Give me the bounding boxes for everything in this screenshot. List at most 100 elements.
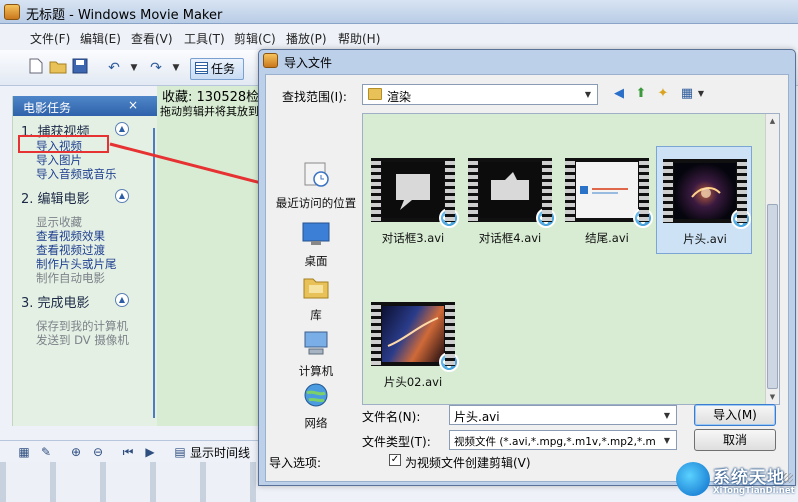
window-title: 无标题 - Windows Movie Maker — [26, 8, 223, 23]
folder-icon — [368, 88, 382, 100]
collapse-icon[interactable]: ▲ — [115, 293, 129, 307]
tasks-button[interactable]: 任务 — [190, 58, 244, 80]
task-import-audio[interactable]: 导入音频或音乐 — [36, 166, 117, 182]
filename-value: 片头.avi — [454, 410, 500, 424]
collapse-icon[interactable]: ▲ — [115, 122, 129, 136]
place-network[interactable]: 网络 — [274, 381, 358, 431]
redo-dropdown-icon[interactable]: ▼ — [166, 58, 186, 78]
video-frame — [382, 306, 444, 362]
collection-hint: 拖动剪辑并将其放到 — [160, 105, 259, 118]
task-pane-title: 电影任务 — [23, 101, 72, 115]
menu-play[interactable]: 播放(P) — [286, 30, 327, 47]
movie-maker-app-icon — [263, 53, 278, 68]
import-options-label: 导入选项: — [269, 456, 322, 470]
watermark-name: 系统天地 — [713, 468, 785, 488]
section-edit-movie[interactable]: 2. 编辑电影 — [21, 188, 90, 207]
rewind-icon[interactable]: ⏮ — [120, 444, 136, 460]
movie-maker-app-icon — [4, 4, 20, 20]
place-recent[interactable]: 最近访问的位置 — [274, 161, 358, 211]
filetype-value: 视频文件 (*.avi,*.mpg,*.m1v,*.mp2,*.m — [454, 436, 656, 448]
libraries-icon — [303, 278, 329, 299]
up-folder-icon[interactable]: ⬆ — [632, 85, 650, 103]
task-make-automovie: 制作自动电影 — [36, 271, 105, 285]
scroll-up-icon[interactable]: ▲ — [766, 114, 779, 128]
places-bar: 最近访问的位置 桌面 库 计算机 网络 — [274, 113, 358, 430]
chevron-down-icon[interactable]: ▼ — [692, 85, 710, 103]
undo-dropdown-icon[interactable]: ▼ — [124, 58, 144, 78]
video-thumbnail — [663, 159, 751, 229]
create-clips-label[interactable]: 为视频文件创建剪辑(V) — [405, 454, 531, 471]
video-file-icon — [439, 352, 459, 372]
filename-combo[interactable]: 片头.avi ▼ — [449, 405, 677, 425]
video-file-icon — [536, 208, 556, 228]
dialog-body: 查找范围(I): 渲染 ▼ ◀ ⬆ ✦ ▦ ▼ 最近访问的位置 桌面 库 计算机… — [265, 74, 789, 482]
task-pane-header: 电影任务 × — [13, 96, 158, 116]
create-clips-checkbox[interactable]: ✓ — [389, 454, 401, 466]
task-list-icon — [195, 62, 208, 74]
zoom-in-icon[interactable]: ⊕ — [68, 444, 84, 460]
storyboard-icon[interactable]: ▦ — [16, 444, 32, 460]
file-item[interactable]: 结尾.avi — [559, 146, 655, 254]
new-folder-icon[interactable]: ✦ — [654, 85, 672, 103]
import-button[interactable]: 导入(M) — [694, 404, 776, 426]
menu-edit[interactable]: 编辑(E) — [80, 30, 121, 47]
pane-divider — [153, 128, 155, 418]
menu-file[interactable]: 文件(F) — [30, 30, 70, 47]
place-libraries[interactable]: 库 — [274, 273, 358, 323]
menu-tools[interactable]: 工具(T) — [184, 30, 225, 47]
storyboard-strip[interactable] — [0, 462, 260, 502]
back-icon[interactable]: ◀ — [610, 85, 628, 103]
cancel-button[interactable]: 取消 — [694, 429, 776, 451]
video-frame — [382, 162, 444, 218]
video-file-icon — [731, 209, 751, 229]
file-item[interactable]: 对话框3.avi — [365, 146, 461, 254]
video-frame — [674, 163, 736, 219]
place-recent-label: 最近访问的位置 — [275, 196, 357, 210]
section-finish-movie[interactable]: 3. 完成电影 — [21, 292, 90, 311]
collapse-icon[interactable]: ▲ — [115, 189, 129, 203]
window-titlebar: 无标题 - Windows Movie Maker — [0, 0, 798, 24]
filetype-label: 文件类型(T): — [362, 435, 431, 449]
computer-icon — [304, 331, 328, 355]
redo-icon[interactable]: ↷ — [146, 58, 166, 78]
network-globe-icon — [304, 383, 328, 407]
place-network-label: 网络 — [304, 416, 328, 430]
open-project-icon[interactable] — [48, 58, 68, 78]
save-project-icon[interactable] — [70, 58, 90, 78]
undo-icon[interactable]: ↶ — [104, 58, 124, 78]
video-frame — [479, 162, 541, 218]
chevron-down-icon[interactable]: ▼ — [660, 408, 674, 423]
video-file-icon — [633, 208, 653, 228]
file-list[interactable]: 对话框3.avi 对话框4.avi 结尾.avi 片头.avi 片头02.avi… — [362, 113, 780, 405]
file-item-selected[interactable]: 片头.avi — [656, 146, 752, 254]
place-desktop[interactable]: 桌面 — [274, 219, 358, 269]
scroll-down-icon[interactable]: ▼ — [766, 390, 779, 404]
place-computer[interactable]: 计算机 — [274, 329, 358, 379]
show-timeline-label[interactable]: 显示时间线 — [190, 444, 250, 461]
menu-view[interactable]: 查看(V) — [131, 30, 173, 47]
file-name: 对话框3.avi — [381, 231, 445, 245]
file-item[interactable]: 片头02.avi — [365, 290, 461, 398]
timeline-icon[interactable]: ▤ — [172, 444, 188, 460]
video-thumbnail — [565, 158, 653, 228]
zoom-out-icon[interactable]: ⊖ — [90, 444, 106, 460]
chevron-down-icon[interactable]: ▼ — [581, 87, 595, 102]
menu-help[interactable]: 帮助(H) — [338, 30, 380, 47]
play-icon[interactable]: ▶ — [142, 444, 158, 460]
narrate-icon[interactable]: ✎ — [38, 444, 54, 460]
chevron-down-icon[interactable]: ▼ — [660, 433, 674, 448]
scroll-thumb[interactable] — [767, 204, 778, 389]
file-name: 片头02.avi — [383, 375, 443, 389]
close-icon[interactable]: × — [128, 98, 138, 112]
filetype-select[interactable]: 视频文件 (*.avi,*.mpg,*.m1v,*.mp2,*.m ▼ — [449, 430, 677, 450]
file-list-scrollbar[interactable]: ▲ ▼ — [765, 114, 779, 404]
menu-clip[interactable]: 剪辑(C) — [234, 30, 276, 47]
place-desktop-label: 桌面 — [304, 254, 328, 268]
file-item[interactable]: 对话框4.avi — [462, 146, 558, 254]
file-name: 片头.avi — [683, 232, 727, 246]
tasks-button-label: 任务 — [211, 62, 236, 76]
look-in-combo[interactable]: 渲染 ▼ — [362, 84, 598, 105]
desktop-icon — [302, 222, 330, 245]
storyboard-toolbar: ▦ ✎ ⊕ ⊖ ⏮ ▶ ▤ 显示时间线 — [0, 440, 260, 462]
new-project-icon[interactable] — [26, 58, 46, 78]
